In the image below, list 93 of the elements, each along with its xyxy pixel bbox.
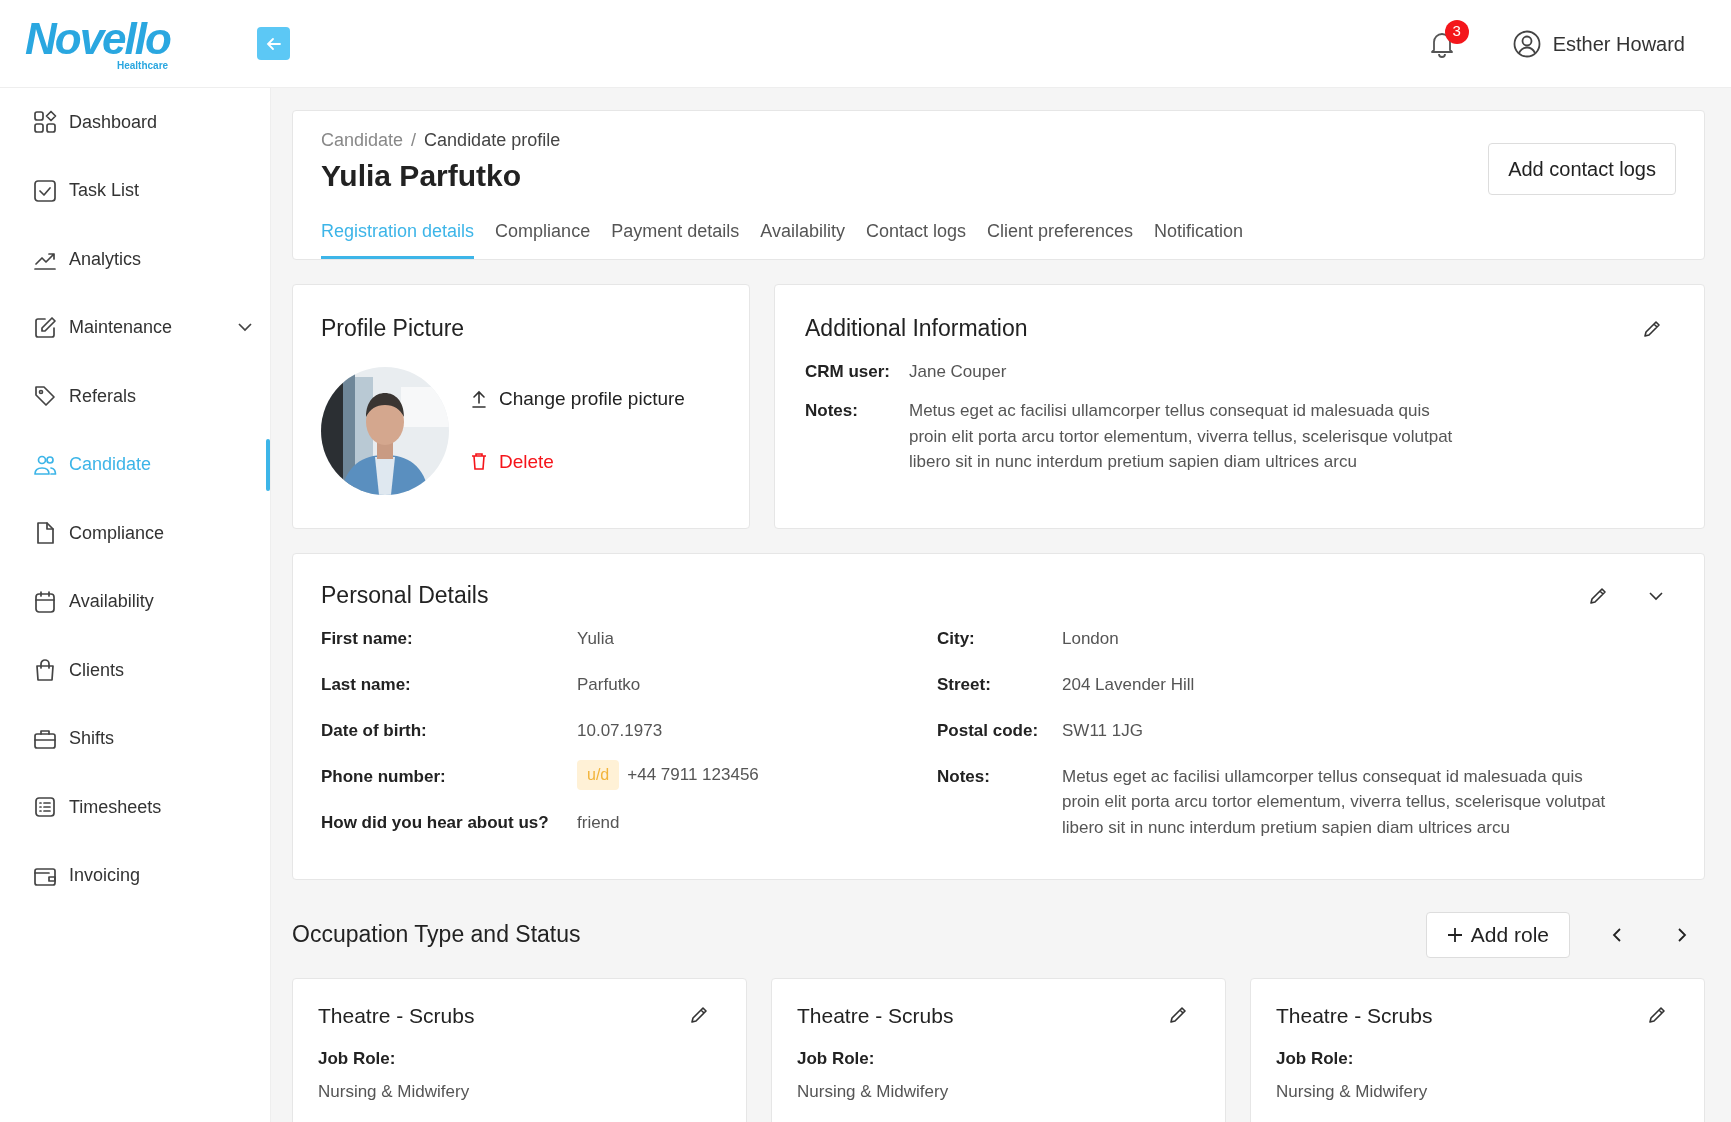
field-value: London (1062, 627, 1119, 650)
field-label: Job Role: (797, 1047, 876, 1070)
sidebar-item[interactable]: Availability (0, 567, 270, 636)
logo-wordmark: Novello (25, 16, 170, 61)
sidebar-item[interactable]: Task List (0, 156, 270, 225)
field-label: City: (937, 627, 976, 650)
sidebar-item[interactable]: Shifts (0, 704, 270, 773)
pencil-icon (1168, 1005, 1188, 1026)
field-label: CRM user: (805, 360, 891, 383)
sidebar-item[interactable]: Compliance (0, 499, 270, 568)
checkbox-icon (33, 178, 57, 203)
tab[interactable]: Contact logs (865, 218, 966, 259)
delete-link[interactable]: Delete (471, 447, 685, 477)
sidebar-item[interactable]: Clients (0, 636, 270, 705)
logo-tagline: Healthcare (117, 60, 169, 71)
pencil-icon (689, 1005, 709, 1026)
sidebar-item[interactable]: Timesheets (0, 773, 270, 842)
field-value: +44 7911 123456 (627, 763, 759, 786)
field-label: Date of birth: (321, 719, 428, 742)
field-value: Parfutko (577, 673, 641, 696)
page-title: Yulia Parfutko (321, 158, 523, 194)
add-role-button[interactable]: Add role (1425, 912, 1570, 958)
field-value: Metus eget ac facilisi ullamcorper tellus consequat id malesuada quis proin elit porta arcu tortor elementum, viverra tellus, scelerisque volutpat libero sit in nunc interdum pretium sapien diam ultrices arcu (909, 400, 1454, 474)
role-title: Theatre - Scrubs (1276, 1002, 1433, 1028)
sidebar-item[interactable]: Invoicing (0, 841, 270, 910)
field-value: Jane Couper (909, 360, 1007, 383)
field-label: Street: (937, 673, 992, 696)
tab[interactable]: Notification (1154, 218, 1244, 259)
field-value: Metus eget ac facilisi ullamcorper tellus consequat id malesuada quis proin elit porta arcu tortor elementum, viverra tellus, scelerisque volutpat libero sit in nunc interdum pretium sapien diam ultrices arcu (1062, 765, 1607, 839)
edit-square-icon (33, 315, 57, 340)
user-avatar-icon (1512, 29, 1541, 58)
upload-icon (471, 390, 487, 409)
card-title: Additional Information (805, 315, 1028, 343)
field-value: Nursing & Midwifery (1276, 1081, 1429, 1104)
add-contact-logs-button[interactable]: Add contact logs (1488, 143, 1676, 195)
list-icon (33, 795, 57, 820)
field-label: First name: (321, 627, 414, 650)
chevron-right-icon (1677, 926, 1687, 943)
bag-icon (33, 658, 57, 683)
edit-button[interactable] (1588, 585, 1608, 606)
breadcrumb-link[interactable]: Candidate (321, 127, 404, 154)
field-value: Nursing & Midwifery (318, 1081, 471, 1104)
sidebar-item[interactable]: Referals (0, 362, 270, 431)
field-value: friend (577, 811, 620, 834)
plus-icon (1446, 926, 1463, 943)
user-menu[interactable]: Esther Howard (1506, 27, 1691, 60)
breadcrumb-separator: / (411, 129, 417, 152)
card-title: Personal Details (321, 582, 490, 610)
tab[interactable]: Client preferences (987, 218, 1134, 259)
field-label: Last name: (321, 673, 412, 696)
tab[interactable]: Availability (760, 218, 845, 259)
grid-icon (33, 110, 57, 135)
sidebar-item[interactable]: Analytics (0, 225, 270, 294)
sidebar-item[interactable]: Dashboard (0, 88, 270, 157)
sidebar-item[interactable]: Maintenance (0, 293, 270, 362)
chevron-down-icon (1648, 590, 1664, 601)
pencil-icon (1647, 1005, 1667, 1026)
card-title: Profile Picture (321, 315, 466, 343)
field-value: 204 Lavender Hill (1062, 673, 1195, 696)
chevron-left-icon (1612, 926, 1622, 943)
calendar-icon (33, 589, 57, 614)
notification-count: 3 (1444, 19, 1469, 44)
edit-button[interactable] (1642, 318, 1662, 339)
field-label: Job Role: (318, 1047, 397, 1070)
field-value: Nursing & Midwifery (797, 1081, 950, 1104)
field-value: Yulia (577, 627, 614, 650)
field-value: 10.07.1973 (577, 719, 663, 742)
tab[interactable]: Payment details (611, 218, 740, 259)
collapse-button[interactable] (1648, 590, 1664, 601)
pencil-icon (1642, 318, 1662, 339)
tab[interactable]: Compliance (495, 218, 591, 259)
change-profile-picture-link[interactable]: Change profile picture (471, 385, 685, 414)
field-label: Postal code: (937, 719, 1040, 742)
role-title: Theatre - Scrubs (318, 1002, 475, 1028)
edit-button[interactable] (1168, 1005, 1188, 1026)
section-title: Occupation Type and Status (292, 920, 582, 949)
tag-icon (33, 384, 57, 409)
field-label: Phone number: (321, 765, 447, 788)
chevron-down-icon (238, 323, 252, 333)
role-title: Theatre - Scrubs (797, 1002, 954, 1028)
trash-icon (471, 452, 487, 471)
field-label: Notes: (805, 400, 859, 423)
breadcrumb-current: Candidate profile (424, 129, 561, 152)
pencil-icon (1588, 585, 1608, 606)
field-label: Job Role: (1276, 1047, 1355, 1070)
field-label: Notes: (937, 765, 991, 788)
status-tag: u/d (577, 759, 620, 790)
field-label: How did you hear about us? (321, 811, 550, 834)
field-value: SW11 1JG (1062, 719, 1143, 742)
edit-button[interactable] (689, 1005, 709, 1026)
previous-button[interactable] (1612, 926, 1622, 943)
next-button[interactable] (1677, 926, 1687, 943)
edit-button[interactable] (1647, 1005, 1667, 1026)
